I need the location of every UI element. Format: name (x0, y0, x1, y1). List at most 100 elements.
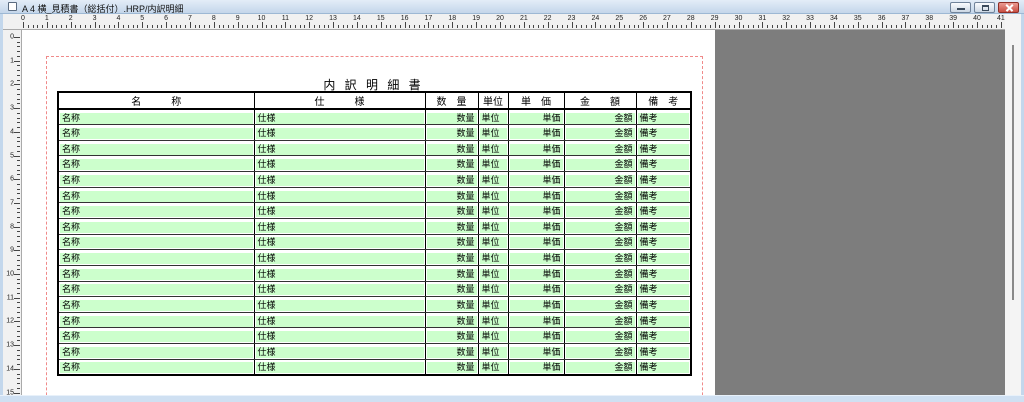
field-qty[interactable]: 数量 (426, 331, 477, 343)
field-spec[interactable]: 仕様 (255, 253, 424, 265)
field-remarks[interactable]: 備考 (637, 112, 689, 124)
field-amount[interactable]: 金額 (565, 159, 635, 171)
field-spec[interactable]: 仕様 (255, 127, 424, 139)
close-button[interactable] (998, 2, 1019, 13)
field-amount[interactable]: 金額 (565, 127, 635, 139)
field-amount[interactable]: 金額 (565, 237, 635, 249)
field-name[interactable]: 名称 (60, 221, 253, 233)
field-unit[interactable]: 単位 (479, 221, 507, 233)
field-unit[interactable]: 単位 (479, 237, 507, 249)
field-name[interactable]: 名称 (60, 237, 253, 249)
field-name[interactable]: 名称 (60, 284, 253, 296)
field-unit[interactable]: 単位 (479, 268, 507, 280)
field-amount[interactable]: 金額 (565, 331, 635, 343)
field-name[interactable]: 名称 (60, 315, 253, 327)
field-remarks[interactable]: 備考 (637, 284, 689, 296)
field-spec[interactable]: 仕様 (255, 315, 424, 327)
field-amount[interactable]: 金額 (565, 362, 635, 374)
field-unit_price[interactable]: 単価 (509, 315, 563, 327)
field-unit[interactable]: 単位 (479, 127, 507, 139)
field-unit[interactable]: 単位 (479, 174, 507, 186)
field-unit_price[interactable]: 単価 (509, 331, 563, 343)
field-remarks[interactable]: 備考 (637, 268, 689, 280)
field-unit[interactable]: 単位 (479, 253, 507, 265)
field-name[interactable]: 名称 (60, 143, 253, 155)
field-amount[interactable]: 金額 (565, 190, 635, 202)
field-name[interactable]: 名称 (60, 174, 253, 186)
field-qty[interactable]: 数量 (426, 315, 477, 327)
field-unit_price[interactable]: 単価 (509, 221, 563, 233)
field-remarks[interactable]: 備考 (637, 221, 689, 233)
field-qty[interactable]: 数量 (426, 221, 477, 233)
field-unit_price[interactable]: 単価 (509, 237, 563, 249)
field-qty[interactable]: 数量 (426, 346, 477, 358)
field-remarks[interactable]: 備考 (637, 362, 689, 374)
field-amount[interactable]: 金額 (565, 112, 635, 124)
field-unit[interactable]: 単位 (479, 112, 507, 124)
field-qty[interactable]: 数量 (426, 143, 477, 155)
field-amount[interactable]: 金額 (565, 284, 635, 296)
field-amount[interactable]: 金額 (565, 174, 635, 186)
field-spec[interactable]: 仕様 (255, 159, 424, 171)
field-spec[interactable]: 仕様 (255, 237, 424, 249)
field-unit_price[interactable]: 単価 (509, 284, 563, 296)
field-name[interactable]: 名称 (60, 346, 253, 358)
field-remarks[interactable]: 備考 (637, 237, 689, 249)
field-name[interactable]: 名称 (60, 190, 253, 202)
field-remarks[interactable]: 備考 (637, 315, 689, 327)
field-unit_price[interactable]: 単価 (509, 127, 563, 139)
field-spec[interactable]: 仕様 (255, 221, 424, 233)
field-qty[interactable]: 数量 (426, 362, 477, 374)
field-spec[interactable]: 仕様 (255, 362, 424, 374)
field-amount[interactable]: 金額 (565, 206, 635, 218)
field-unit[interactable]: 単位 (479, 143, 507, 155)
field-qty[interactable]: 数量 (426, 268, 477, 280)
field-name[interactable]: 名称 (60, 362, 253, 374)
field-unit[interactable]: 単位 (479, 159, 507, 171)
field-remarks[interactable]: 備考 (637, 143, 689, 155)
field-amount[interactable]: 金額 (565, 253, 635, 265)
field-remarks[interactable]: 備考 (637, 300, 689, 311)
field-name[interactable]: 名称 (60, 159, 253, 171)
field-remarks[interactable]: 備考 (637, 331, 689, 343)
field-qty[interactable]: 数量 (426, 127, 477, 139)
field-qty[interactable]: 数量 (426, 237, 477, 249)
field-name[interactable]: 名称 (60, 112, 253, 124)
field-spec[interactable]: 仕様 (255, 190, 424, 202)
field-remarks[interactable]: 備考 (637, 174, 689, 186)
field-unit_price[interactable]: 単価 (509, 143, 563, 155)
field-name[interactable]: 名称 (60, 268, 253, 280)
field-spec[interactable]: 仕様 (255, 206, 424, 218)
field-qty[interactable]: 数量 (426, 284, 477, 296)
field-amount[interactable]: 金額 (565, 221, 635, 233)
field-unit[interactable]: 単位 (479, 284, 507, 296)
field-spec[interactable]: 仕様 (255, 346, 424, 358)
field-qty[interactable]: 数量 (426, 159, 477, 171)
field-amount[interactable]: 金額 (565, 143, 635, 155)
field-unit[interactable]: 単位 (479, 362, 507, 374)
field-amount[interactable]: 金額 (565, 300, 635, 311)
field-unit_price[interactable]: 単価 (509, 174, 563, 186)
field-unit_price[interactable]: 単価 (509, 346, 563, 358)
field-qty[interactable]: 数量 (426, 174, 477, 186)
field-name[interactable]: 名称 (60, 253, 253, 265)
field-unit[interactable]: 単位 (479, 300, 507, 311)
field-qty[interactable]: 数量 (426, 190, 477, 202)
field-remarks[interactable]: 備考 (637, 253, 689, 265)
field-unit[interactable]: 単位 (479, 206, 507, 218)
field-remarks[interactable]: 備考 (637, 206, 689, 218)
field-remarks[interactable]: 備考 (637, 127, 689, 139)
field-spec[interactable]: 仕様 (255, 284, 424, 296)
field-unit_price[interactable]: 単価 (509, 159, 563, 171)
field-name[interactable]: 名称 (60, 331, 253, 343)
field-spec[interactable]: 仕様 (255, 143, 424, 155)
minimize-button[interactable] (950, 2, 971, 13)
field-qty[interactable]: 数量 (426, 112, 477, 124)
field-unit_price[interactable]: 単価 (509, 268, 563, 280)
field-unit_price[interactable]: 単価 (509, 206, 563, 218)
field-amount[interactable]: 金額 (565, 315, 635, 327)
field-unit_price[interactable]: 単価 (509, 112, 563, 124)
field-spec[interactable]: 仕様 (255, 300, 424, 311)
field-remarks[interactable]: 備考 (637, 159, 689, 171)
field-unit[interactable]: 単位 (479, 331, 507, 343)
